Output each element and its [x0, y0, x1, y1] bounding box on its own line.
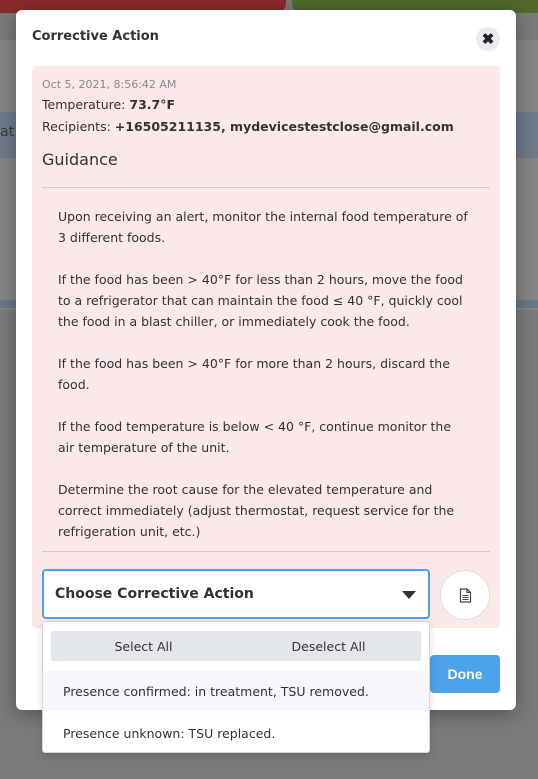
temperature-value: 73.7°F: [129, 97, 176, 112]
guidance-paragraph: If the food has been > 40°F for less tha…: [58, 272, 463, 329]
divider: [42, 551, 490, 552]
corrective-action-select[interactable]: Choose Corrective Action: [42, 569, 430, 619]
temperature-line: Temperature: 73.7°F: [42, 97, 175, 112]
guidance-body: Upon receiving an alert, monitor the int…: [58, 206, 468, 542]
recipients-label: Recipients:: [42, 119, 111, 134]
guidance-paragraph: Upon receiving an alert, monitor the int…: [58, 209, 468, 245]
guidance-paragraph: If the food temperature is below < 40 °F…: [58, 419, 452, 455]
corrective-action-modal: Corrective Action ✖ Oct 5, 2021, 8:56:42…: [16, 10, 516, 710]
dropdown-option[interactable]: Presence confirmed: in treatment, TSU re…: [43, 671, 429, 711]
select-all-bar: Select All Deselect All: [51, 631, 421, 661]
close-button[interactable]: ✖: [476, 27, 500, 51]
close-icon: ✖: [481, 31, 495, 48]
deselect-all-button[interactable]: Deselect All: [236, 631, 421, 661]
temperature-label: Temperature:: [42, 97, 126, 112]
select-placeholder: Choose Corrective Action: [55, 586, 254, 602]
recipients-line: Recipients: +16505211135, mydevicestestc…: [42, 119, 454, 134]
guidance-paragraph: Determine the root cause for the elevate…: [58, 482, 455, 539]
modal-title: Corrective Action: [32, 29, 159, 44]
dropdown-option[interactable]: Presence unknown: TSU replaced.: [43, 713, 429, 753]
select-all-button[interactable]: Select All: [51, 631, 236, 661]
alert-timestamp: Oct 5, 2021, 8:56:42 AM: [42, 78, 177, 91]
divider: [42, 187, 490, 188]
guidance-paragraph: If the food has been > 40°F for more tha…: [58, 356, 450, 392]
caret-down-icon: [402, 591, 416, 599]
document-icon: [459, 587, 471, 603]
done-button[interactable]: Done: [430, 655, 500, 693]
guidance-title: Guidance: [42, 150, 118, 169]
notes-button[interactable]: [440, 570, 490, 620]
alert-content-panel: Oct 5, 2021, 8:56:42 AM Temperature: 73.…: [32, 66, 500, 628]
corrective-action-dropdown: Select All Deselect All Presence confirm…: [42, 621, 430, 753]
background-partial-text: at: [0, 124, 15, 140]
recipients-value: +16505211135, mydevicestestclose@gmail.c…: [114, 119, 454, 134]
